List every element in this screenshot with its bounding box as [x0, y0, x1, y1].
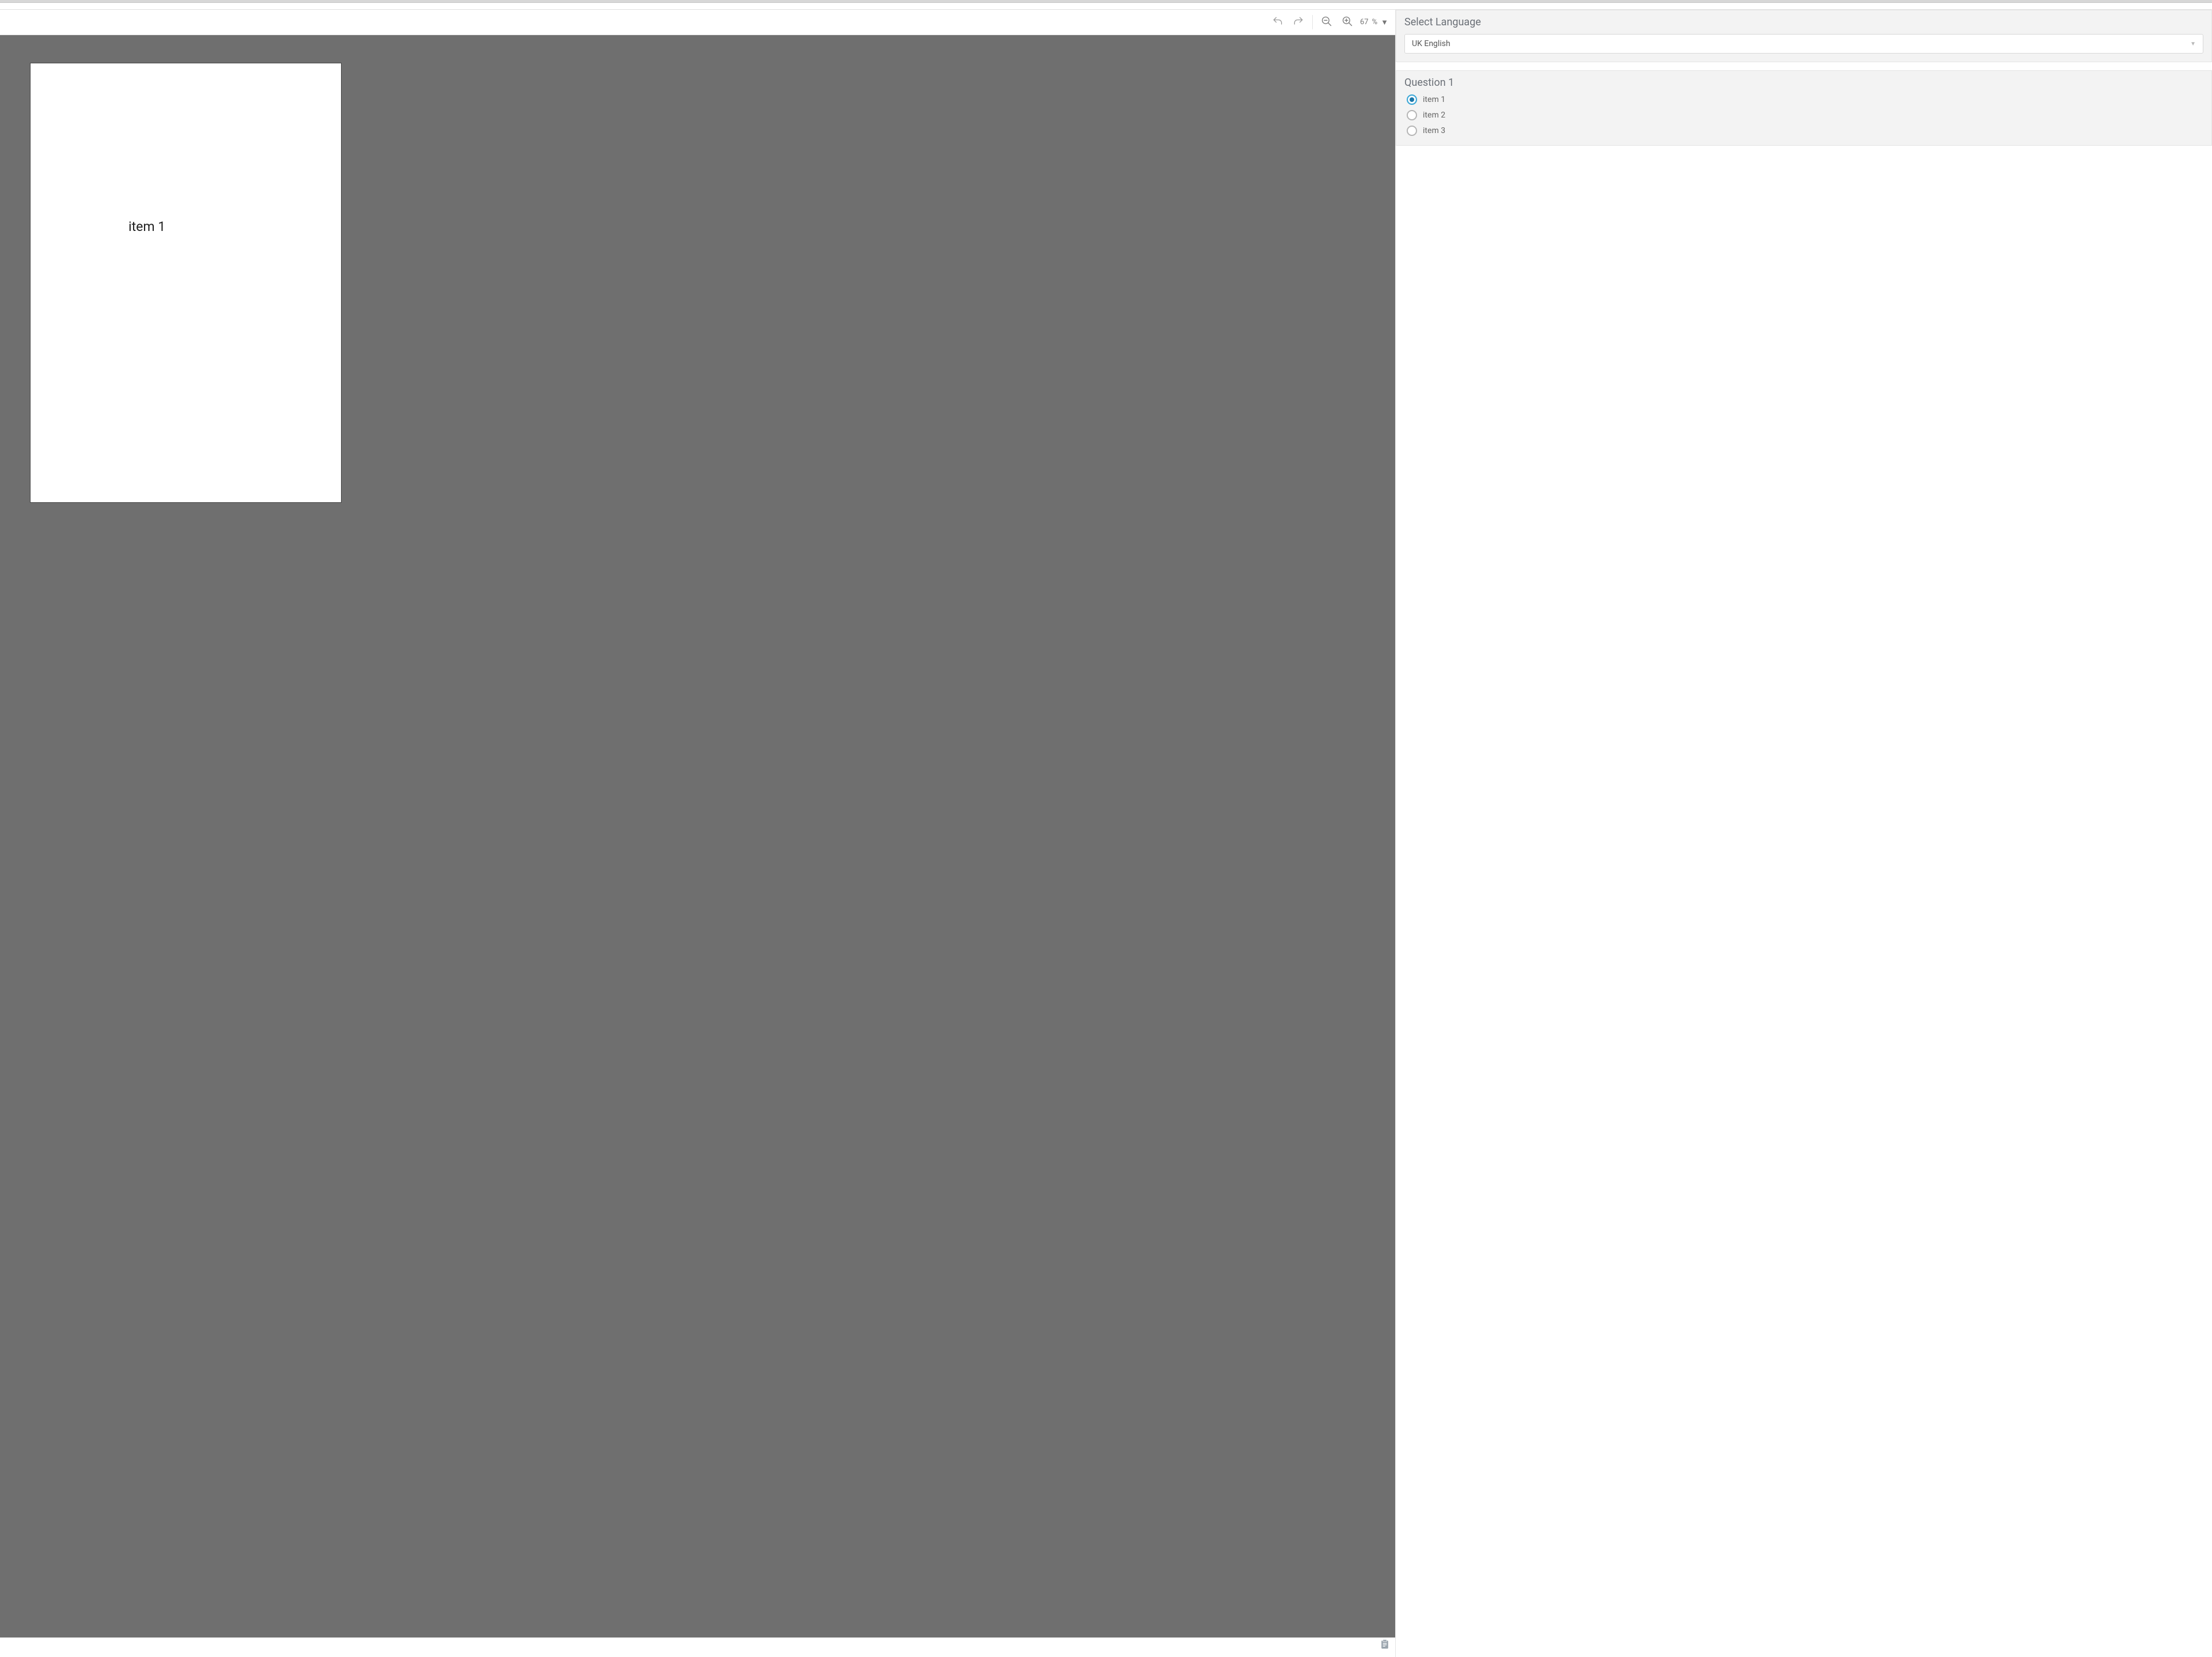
caret-down-icon: ▼ [1381, 18, 1388, 27]
redo-icon [1293, 16, 1304, 29]
undo-icon [1272, 16, 1283, 29]
question-option-3[interactable]: item 3 [1407, 126, 2203, 136]
redo-button[interactable] [1288, 12, 1309, 33]
canvas-viewport[interactable]: item 1 [0, 35, 1395, 1637]
zoom-unit: % [1372, 18, 1378, 26]
radio-icon [1407, 110, 1417, 120]
toolbar-separator [1312, 15, 1313, 30]
language-panel: Select Language UK English ▼ [1396, 10, 2212, 62]
zoom-in-button[interactable] [1337, 12, 1358, 33]
question-panel-title: Question 1 [1404, 77, 2203, 89]
language-panel-title: Select Language [1404, 16, 2203, 28]
question-radio-group: item 1 item 2 item 3 [1404, 94, 2203, 137]
zoom-out-button[interactable] [1316, 12, 1337, 33]
radio-label: item 3 [1423, 126, 1445, 135]
page-text: item 1 [31, 219, 341, 234]
sidebar-column: Select Language UK English ▼ Question 1 … [1396, 10, 2212, 1657]
editor-bottom-strip [0, 1637, 1395, 1657]
radio-icon [1407, 126, 1417, 136]
radio-icon [1407, 94, 1417, 105]
question-option-2[interactable]: item 2 [1407, 110, 2203, 120]
editor-column: 67 % ▼ item 1 [0, 10, 1396, 1657]
language-select[interactable]: UK English ▼ [1404, 34, 2203, 54]
window-top-inset [0, 3, 2212, 10]
editor-toolbar: 67 % ▼ [0, 10, 1395, 35]
zoom-out-icon [1321, 16, 1332, 29]
question-panel: Question 1 item 1 item 2 item 3 [1396, 70, 2212, 146]
undo-button[interactable] [1267, 12, 1288, 33]
zoom-level-dropdown[interactable]: 67 % ▼ [1358, 18, 1391, 27]
zoom-in-icon [1342, 16, 1353, 29]
clipboard-button[interactable] [1374, 1637, 1395, 1653]
radio-label: item 2 [1423, 111, 1445, 120]
radio-label: item 1 [1423, 95, 1445, 104]
language-select-value: UK English [1412, 39, 1450, 48]
chevron-down-icon: ▼ [2190, 41, 2196, 47]
document-page[interactable]: item 1 [30, 63, 342, 503]
clipboard-icon [1379, 1638, 1391, 1652]
question-option-1[interactable]: item 1 [1407, 94, 2203, 105]
zoom-value: 67 [1360, 18, 1369, 26]
